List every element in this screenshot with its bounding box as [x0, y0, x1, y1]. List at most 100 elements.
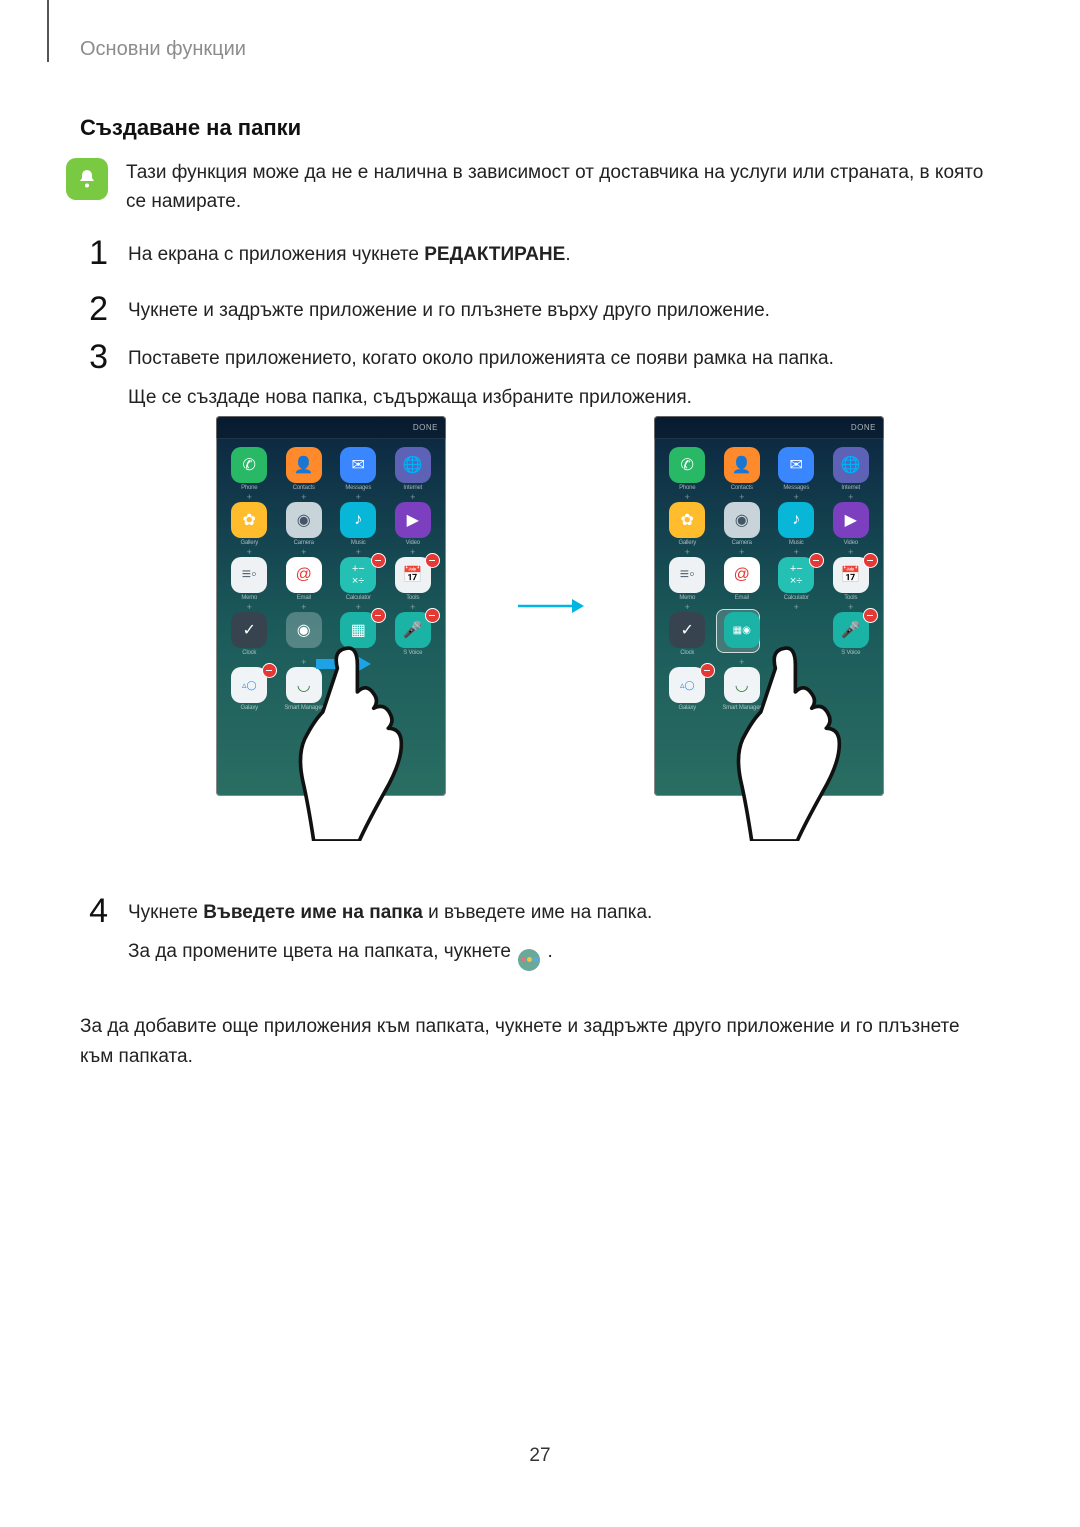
- app-label: Camera: [294, 540, 314, 547]
- app-label: Phone: [241, 485, 257, 492]
- app-label: Contacts: [293, 485, 315, 492]
- app-label: Messages: [345, 485, 371, 492]
- step-text: Чукнете и задръжте приложение и го плъзн…: [128, 294, 770, 325]
- app-label: Smart Manager: [284, 705, 323, 712]
- app-label: Gallery: [678, 540, 696, 547]
- step-number: 2: [80, 294, 108, 325]
- remove-badge: [262, 663, 277, 678]
- app-label: Internet: [403, 485, 422, 492]
- app-label: Email: [735, 595, 749, 602]
- video-icon: ▶: [395, 502, 431, 538]
- contacts-icon: 👤: [286, 447, 322, 483]
- step1-bold: РЕДАКТИРАНЕ: [424, 244, 565, 265]
- phone-right-wrap: DONE ✆ Phone 👤 Contacts ✉ Messages 🌐 Interne…: [654, 416, 884, 866]
- app-label: Gallery: [240, 540, 258, 547]
- header-rule: [47, 0, 49, 62]
- remove-badge: [863, 553, 878, 568]
- folder-target-icon: ▦◉: [724, 612, 760, 648]
- step-text: Поставете приложението, когато около при…: [128, 342, 834, 413]
- messages-icon: ✉: [778, 447, 814, 483]
- gallery-icon: ✿: [231, 502, 267, 538]
- remove-badge: [700, 663, 715, 678]
- remove-badge: [371, 553, 386, 568]
- remove-badge: [809, 553, 824, 568]
- app-label: Calculator: [346, 595, 371, 602]
- step4-pre: Чукнете: [128, 902, 203, 923]
- app-label: Music: [789, 540, 804, 547]
- remove-badge: [425, 553, 440, 568]
- step-text: Чукнете Въведете име на папка и въведете…: [128, 896, 652, 971]
- app-label: Phone: [679, 485, 695, 492]
- step-1: 1 На екрана с приложения чукнете РЕДАКТИ…: [80, 238, 990, 269]
- app-label: Memo: [241, 595, 257, 602]
- app-label: Smart Manager: [722, 705, 761, 712]
- page: Основни функции Създаване на папки Тази …: [0, 0, 1080, 1527]
- phone-right: DONE ✆ Phone 👤 Contacts ✉ Messages 🌐 Interne…: [654, 416, 884, 796]
- app-label: S Voice: [403, 650, 422, 657]
- page-dots: [216, 785, 446, 790]
- phone-left: DONE ✆ Phone 👤 Contacts ✉ Messages 🌐 Interne…: [216, 416, 446, 796]
- contacts-icon: 👤: [724, 447, 760, 483]
- gallery-icon: ✿: [669, 502, 705, 538]
- camera-icon: ◉: [286, 502, 322, 538]
- messages-icon: ✉: [340, 447, 376, 483]
- arrow-right-icon: [516, 596, 584, 616]
- app-label: Email: [297, 595, 311, 602]
- memo-icon: ≡◦: [231, 557, 267, 593]
- phone-left-wrap: DONE ✆ Phone 👤 Contacts ✉ Messages 🌐 Interne…: [216, 416, 446, 866]
- step3-line1: Поставете приложението, когато около при…: [128, 344, 834, 373]
- step1-post: .: [565, 244, 570, 265]
- internet-icon: 🌐: [833, 447, 869, 483]
- clock-icon: ✓: [669, 612, 705, 648]
- app-label: Music: [351, 540, 366, 547]
- dragged-app-icon: ◉: [286, 612, 322, 648]
- breadcrumb: Основни функции: [80, 38, 246, 61]
- page-number: 27: [0, 1445, 1080, 1467]
- email-icon: @: [724, 557, 760, 593]
- phone-top-bar: DONE: [654, 416, 884, 439]
- app-label: Video: [844, 540, 858, 547]
- step-2: 2 Чукнете и задръжте приложение и го плъ…: [80, 294, 990, 325]
- music-icon: ♪: [778, 502, 814, 538]
- app-label: Galaxy: [679, 705, 696, 712]
- bottom-paragraph: За да добавите още приложения към папкат…: [80, 1012, 990, 1073]
- remove-badge: [425, 608, 440, 623]
- phone-icon: ✆: [669, 447, 705, 483]
- step3-line2: Ще се създаде нова папка, съдържаща избр…: [128, 383, 834, 412]
- step4-bold: Въведете име на папка: [203, 902, 423, 923]
- app-label: Contacts: [731, 485, 753, 492]
- camera-icon: ◉: [724, 502, 760, 538]
- smart-manager-icon: ◡: [724, 667, 760, 703]
- illustration-row: DONE ✆ Phone 👤 Contacts ✉ Messages 🌐 Interne…: [190, 416, 910, 876]
- internet-icon: 🌐: [395, 447, 431, 483]
- app-label: Video: [406, 540, 420, 547]
- step-text: На екрана с приложения чукнете РЕДАКТИРА…: [128, 238, 571, 269]
- phone-top-bar: DONE: [216, 416, 446, 439]
- step-number: 4: [80, 896, 108, 927]
- empty-slot: [778, 612, 814, 648]
- app-label: Messages: [783, 485, 809, 492]
- video-icon: ▶: [833, 502, 869, 538]
- step-number: 1: [80, 238, 108, 269]
- step-number: 3: [80, 342, 108, 373]
- app-label: Galaxy: [241, 705, 258, 712]
- app-label: Internet: [841, 485, 860, 492]
- page-dots: [654, 785, 884, 790]
- app-label: Clock: [242, 650, 256, 657]
- app-label: Tools: [406, 595, 419, 602]
- memo-icon: ≡◦: [669, 557, 705, 593]
- app-label: Clock: [680, 650, 694, 657]
- step-3: 3 Поставете приложението, когато около п…: [80, 342, 990, 413]
- step4-line2a: За да промените цвета на папката, чукнет…: [128, 941, 516, 962]
- remove-badge: [863, 608, 878, 623]
- drag-arrow-icon: [316, 651, 371, 677]
- app-label: Tools: [844, 595, 857, 602]
- step4-line2b: .: [548, 941, 553, 962]
- remove-badge: [371, 608, 386, 623]
- app-label: S Voice: [841, 650, 860, 657]
- phone-icon: ✆: [231, 447, 267, 483]
- note-row: Тази функция може да не е налична в зави…: [66, 158, 986, 217]
- note-bell-icon: [66, 158, 108, 200]
- note-text: Тази функция може да не е налична в зави…: [126, 158, 986, 217]
- app-label: Calculator: [784, 595, 809, 602]
